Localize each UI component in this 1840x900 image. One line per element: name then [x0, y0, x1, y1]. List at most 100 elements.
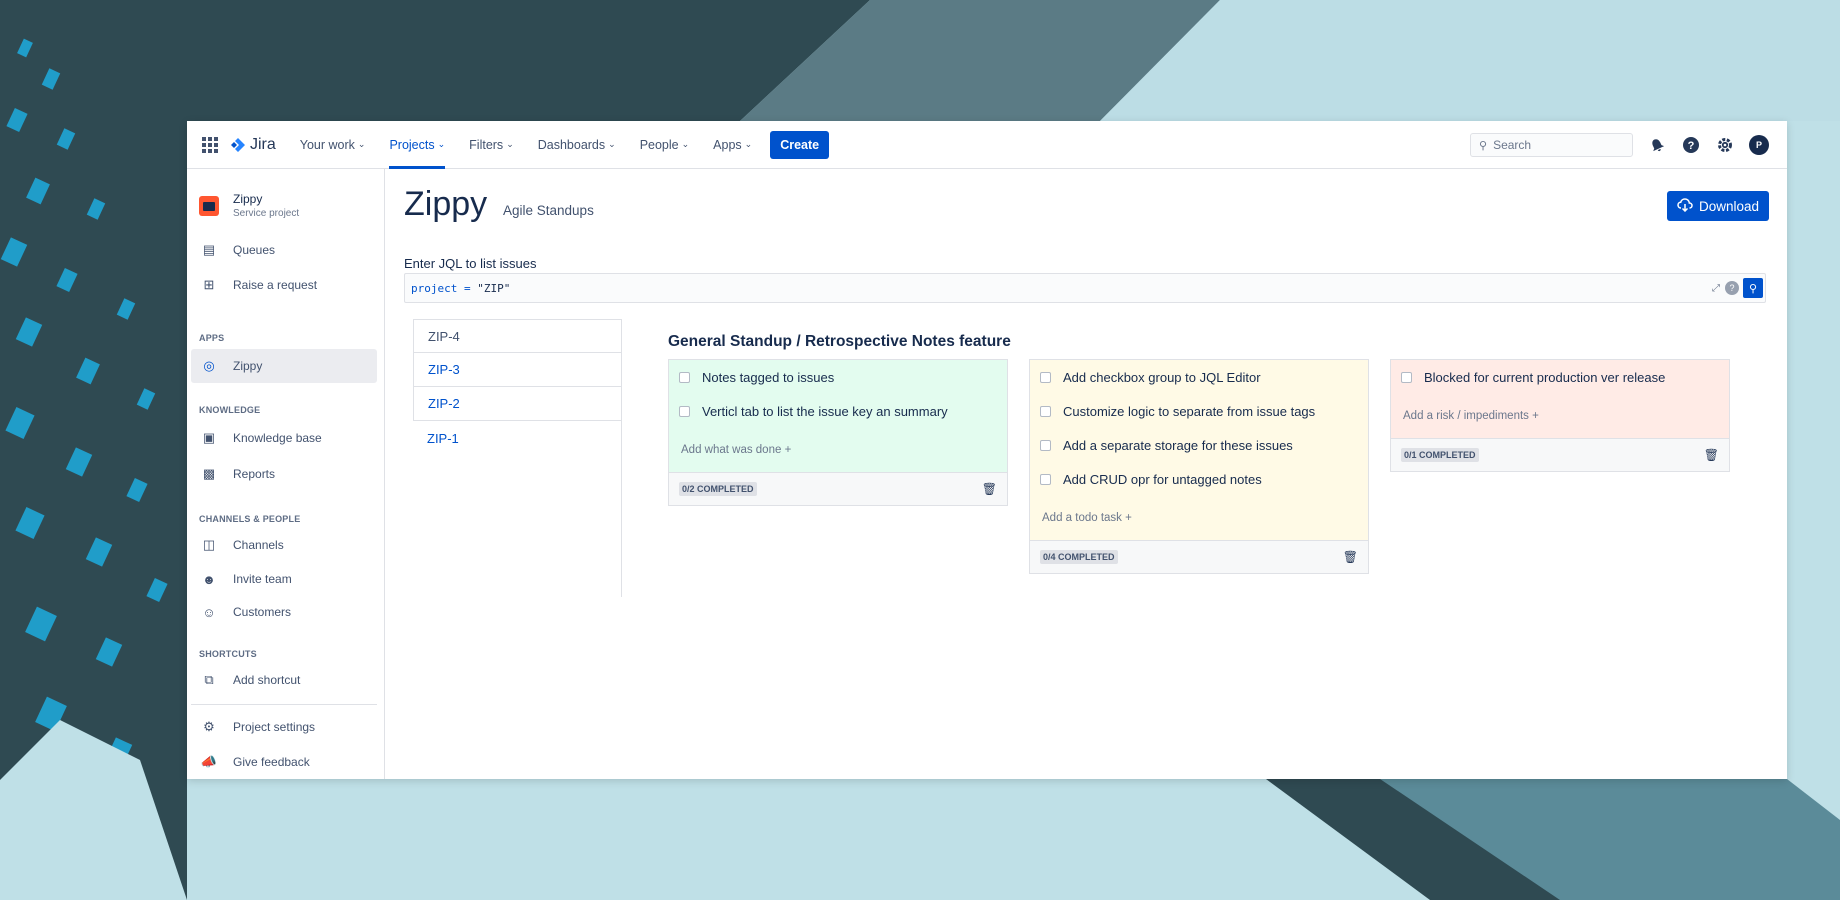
- top-navigation: Jira Your work ⌄ Projects ⌄ Filters ⌄ Dashb…: [187, 121, 1787, 169]
- help-icon[interactable]: ?: [1681, 135, 1701, 155]
- list-item: Add CRUD opr for untagged notes: [1030, 462, 1368, 496]
- trash-icon[interactable]: 🗑: [982, 482, 997, 496]
- sidebar-item-zippy[interactable]: ◎ Zippy: [191, 349, 377, 383]
- issue-item-zip-4[interactable]: ZIP-4: [413, 319, 621, 353]
- expand-icon[interactable]: ⤢: [1709, 281, 1723, 295]
- invite-person-icon: ☻: [202, 571, 216, 587]
- sidebar-item-invite-team[interactable]: ☻ Invite team: [191, 562, 377, 596]
- sidebar-item-label: Project settings: [233, 720, 316, 734]
- jql-input[interactable]: project = "ZIP" ⤢ ? ⚲: [404, 273, 1766, 303]
- list-item: Add a separate storage for these issues: [1030, 428, 1368, 462]
- status-badge: 0/2 COMPLETED: [679, 482, 757, 496]
- sidebar-item-label: Add shortcut: [233, 673, 301, 687]
- user-avatar[interactable]: P: [1749, 135, 1769, 155]
- add-todo-item[interactable]: Add a todo task +: [1030, 496, 1368, 540]
- task-label: Add checkbox group to JQL Editor: [1063, 369, 1261, 385]
- sidebar-item-label: Queues: [233, 243, 276, 257]
- nav-people-label: People: [639, 137, 679, 152]
- nav-dashboards[interactable]: Dashboards ⌄: [538, 121, 616, 169]
- project-type: Service project: [233, 208, 300, 219]
- chevron-down-icon: ⌄: [437, 139, 446, 149]
- sidebar-item-add-shortcut[interactable]: ⧉ Add shortcut: [191, 663, 377, 697]
- app-switcher-icon[interactable]: [202, 136, 218, 153]
- task-checkbox[interactable]: [1040, 439, 1051, 451]
- knowledge-base-icon: ▣: [202, 430, 216, 445]
- sidebar-item-knowledge-base[interactable]: ▣ Knowledge base: [191, 421, 377, 455]
- issue-list: ZIP-4 ZIP-3 ZIP-2 ZIP-1: [413, 319, 622, 597]
- list-item: Customize logic to separate from issue t…: [1030, 394, 1368, 428]
- jql-value: "ZIP": [477, 281, 511, 295]
- task-checkbox[interactable]: [1040, 473, 1051, 485]
- sidebar-item-queues[interactable]: ▤ Queues: [191, 233, 377, 267]
- sidebar-section-channels: CHANNELS & PEOPLE: [199, 514, 301, 524]
- sidebar-item-give-feedback[interactable]: 📣 Give feedback: [191, 745, 377, 779]
- download-button[interactable]: Download: [1666, 191, 1769, 221]
- board-title: General Standup / Retrospective Notes fe…: [668, 333, 1011, 350]
- task-checkbox[interactable]: [1401, 371, 1412, 383]
- sidebar-item-raise-request[interactable]: ⊞ Raise a request: [191, 268, 377, 302]
- sidebar-item-reports[interactable]: ▩ Reports: [191, 457, 377, 491]
- settings-gear-icon: ⚙: [203, 719, 215, 734]
- nav-right-group: ⚲ Search ? P: [1470, 121, 1769, 169]
- reports-icon: ▩: [202, 466, 216, 481]
- column-footer: 0/2 COMPLETED 🗑: [669, 472, 1007, 505]
- queues-icon: ▤: [202, 242, 216, 257]
- todo-column: Add checkbox group to JQL Editor Customi…: [1029, 359, 1369, 574]
- customers-group-icon: ☺: [202, 604, 216, 620]
- risk-column: Blocked for current production ver relea…: [1390, 359, 1730, 472]
- settings-gear-icon[interactable]: [1715, 135, 1735, 155]
- nav-dashboards-label: Dashboards: [537, 137, 606, 152]
- sidebar-item-customers[interactable]: ☺ Customers: [191, 595, 377, 629]
- column-footer: 0/4 COMPLETED 🗑: [1030, 540, 1368, 573]
- search-placeholder: Search: [1493, 138, 1532, 152]
- nav-filters-label: Filters: [469, 137, 504, 152]
- nav-projects-label: Projects: [389, 137, 435, 152]
- nav-apps[interactable]: Apps ⌄: [713, 121, 752, 169]
- trash-icon[interactable]: 🗑: [1343, 550, 1358, 564]
- trash-icon[interactable]: 🗑: [1704, 448, 1719, 462]
- add-risk-item[interactable]: Add a risk / impediments +: [1391, 394, 1729, 438]
- jql-label: Enter JQL to list issues: [404, 256, 537, 271]
- jql-help-icon[interactable]: ?: [1725, 281, 1739, 295]
- jira-logo[interactable]: Jira: [230, 136, 276, 154]
- svg-text:?: ?: [1688, 140, 1695, 152]
- jql-search-button-icon[interactable]: ⚲: [1743, 278, 1763, 298]
- issue-item-zip-2[interactable]: ZIP-2: [413, 387, 621, 421]
- task-checkbox[interactable]: [1040, 371, 1051, 383]
- task-checkbox[interactable]: [679, 405, 690, 417]
- task-checkbox[interactable]: [679, 371, 690, 383]
- notifications-icon[interactable]: [1647, 135, 1667, 155]
- status-badge: 0/1 COMPLETED: [1401, 448, 1479, 462]
- search-input[interactable]: ⚲ Search: [1470, 133, 1633, 157]
- task-checkbox[interactable]: [1040, 405, 1051, 417]
- task-label: Add CRUD opr for untagged notes: [1063, 471, 1262, 487]
- add-done-item[interactable]: Add what was done +: [669, 428, 1007, 472]
- list-item: Add checkbox group to JQL Editor: [1030, 360, 1368, 394]
- done-column: Notes tagged to issues Verticl tab to li…: [668, 359, 1008, 506]
- main-content: Zippy Agile Standups Download Enter JQL …: [385, 169, 1787, 779]
- chevron-down-icon: ⌄: [681, 139, 690, 149]
- nav-your-work[interactable]: Your work ⌄: [300, 121, 366, 169]
- create-button[interactable]: Create: [770, 130, 830, 159]
- sidebar-item-label: Channels: [233, 538, 284, 552]
- sidebar-item-label: Zippy: [233, 359, 263, 373]
- project-header[interactable]: Zippy Service project: [199, 192, 299, 219]
- nav-filters[interactable]: Filters ⌄: [469, 121, 514, 169]
- sidebar-item-label: Raise a request: [233, 278, 318, 292]
- add-shortcut-icon: ⧉: [204, 672, 214, 687]
- search-icon: ⚲: [1479, 139, 1488, 152]
- nav-people[interactable]: People ⌄: [640, 121, 689, 169]
- sidebar-item-channels[interactable]: ◫ Channels: [191, 528, 377, 562]
- task-label: Add a separate storage for these issues: [1063, 437, 1293, 453]
- status-badge: 0/4 COMPLETED: [1040, 550, 1118, 564]
- sidebar-item-label: Invite team: [233, 572, 292, 586]
- nav-apps-label: Apps: [713, 137, 742, 152]
- issue-item-zip-3[interactable]: ZIP-3: [413, 353, 621, 387]
- task-label: Notes tagged to issues: [702, 369, 835, 385]
- nav-projects[interactable]: Projects ⌄: [389, 121, 445, 169]
- list-item: Verticl tab to list the issue key an sum…: [669, 394, 1007, 428]
- sidebar-section-shortcuts: SHORTCUTS: [199, 649, 257, 659]
- sidebar-item-project-settings[interactable]: ⚙ Project settings: [191, 710, 377, 744]
- issue-item-zip-1[interactable]: ZIP-1: [413, 421, 621, 455]
- project-sidebar: Zippy Service project ▤ Queues ⊞ Raise a…: [187, 169, 385, 779]
